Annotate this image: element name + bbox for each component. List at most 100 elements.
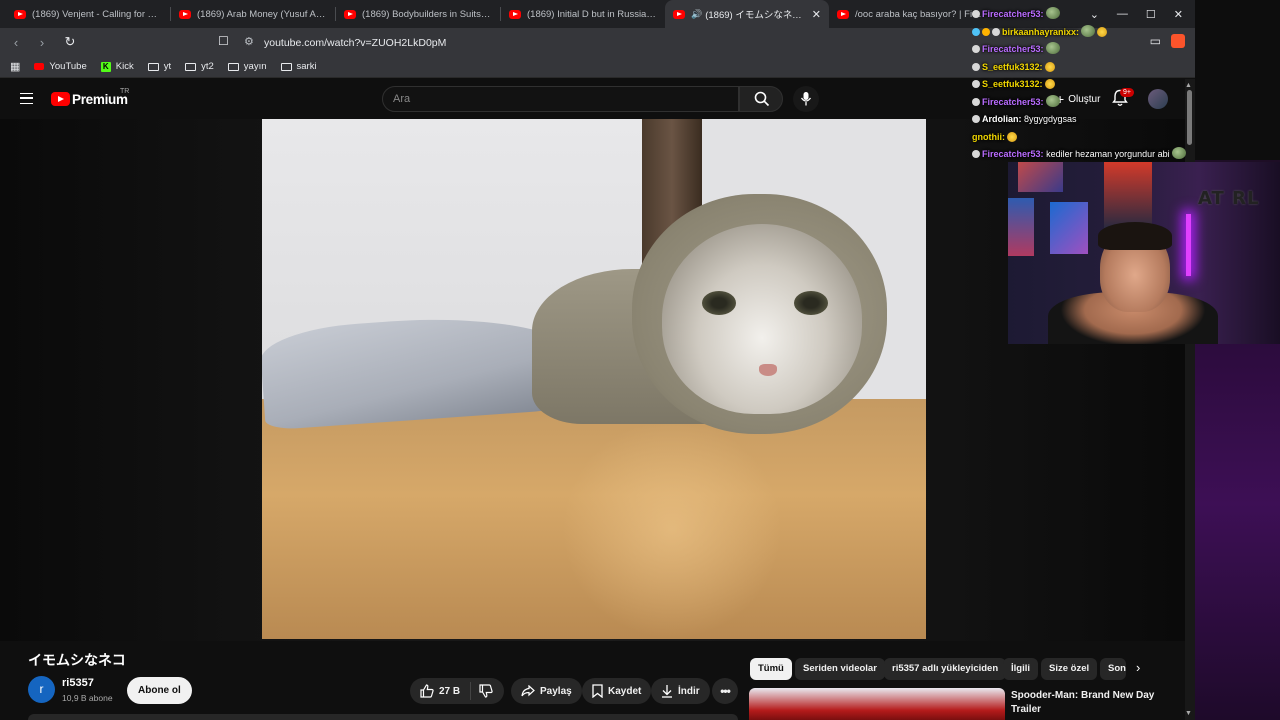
browser-tab[interactable]: (1869) Venjent - Calling for You (ft. O (6, 0, 170, 28)
video-frame-floor-shine (562, 419, 782, 639)
download-button[interactable]: İndir (651, 678, 710, 704)
youtube-favicon-icon (14, 9, 26, 19)
bookmark-kick[interactable]: K Kick (100, 61, 134, 72)
bookmark-youtube[interactable]: YouTube (34, 61, 87, 72)
subscribe-button[interactable]: Abone ol (127, 677, 192, 704)
channel-avatar[interactable]: r (28, 676, 55, 703)
youtube-favicon-icon (344, 9, 356, 19)
site-info-icon[interactable]: ⚙ (244, 35, 254, 48)
browser-tab[interactable]: (1869) Arab Money (Yusuf Amir Song (171, 0, 335, 28)
stream-chat-overlay: Firecatcher53: birkaanhayranixx: Firecat… (972, 6, 1212, 164)
chat-message: S_eetfuk3132: (972, 59, 1212, 77)
close-tab-icon[interactable]: ✕ (812, 8, 821, 21)
chip-recent[interactable]: Son (1100, 658, 1126, 680)
guide-menu-icon[interactable] (20, 93, 33, 104)
bookmark-folder-yt2[interactable]: yt2 (185, 61, 214, 72)
chat-badge-icon (972, 115, 980, 123)
chip-uploader[interactable]: ri5357 adlı yükleyiciden (884, 658, 1007, 680)
chat-username: S_eetfuk3132: (982, 79, 1043, 89)
wall-poster (1018, 162, 1063, 192)
recommendation-thumbnail[interactable] (749, 688, 1005, 720)
region-code: TR (120, 88, 130, 95)
search-icon (754, 91, 770, 107)
thumbs-down-icon (479, 684, 493, 698)
chat-badge-icon (992, 27, 1000, 36)
bookmark-folder-yayin[interactable]: yayın (227, 61, 267, 72)
like-count: 27 B (439, 685, 461, 697)
frog-emote-icon (1171, 147, 1186, 159)
video-title: イモムシなネコ (28, 652, 126, 668)
share-label: Paylaş (540, 685, 572, 697)
kick-icon: K (100, 61, 111, 72)
emoji-emote-icon (1044, 61, 1055, 72)
tab-title: (1869) イモムシなネコ - YouTube (705, 10, 808, 21)
chip-series[interactable]: Seriden videolar (795, 658, 885, 680)
back-icon[interactable]: ‹ (6, 35, 26, 50)
tab-title: (1869) Initial D but in Russia - YouTu (527, 8, 657, 20)
bookmark-label: sarki (296, 61, 317, 72)
recommendation-title[interactable]: Spooder-Man: Brand New Day Trailer (1011, 689, 1171, 717)
bookmark-label: yt2 (201, 61, 214, 72)
chat-message: birkaanhayranixx: (972, 24, 1212, 42)
search-input[interactable]: Ara (382, 86, 739, 112)
frog-emote-icon (1081, 24, 1096, 37)
browser-tab-active[interactable]: 🔊(1869) イモムシなネコ - YouTube ✕ (665, 0, 829, 28)
youtube-favicon-icon (673, 9, 685, 19)
emoji-emote-icon (1007, 131, 1017, 142)
tab-title: (1869) Arab Money (Yusuf Amir Song (197, 8, 327, 20)
frog-emote-icon (1045, 94, 1060, 107)
youtube-logo-icon[interactable] (51, 92, 70, 106)
browser-tab[interactable]: /ooc araba kaç basıyor? | FiveM Su (829, 0, 993, 28)
tab-title: (1869) Venjent - Calling for You (ft. O (32, 8, 162, 20)
chat-message: Firecatcher53: (972, 94, 1212, 112)
chevron-right-icon[interactable]: › (1136, 660, 1140, 675)
description-box[interactable] (28, 714, 738, 720)
chat-message: Firecatcher53: (972, 41, 1212, 59)
video-player[interactable] (262, 119, 926, 639)
video-frame-cat-face (662, 224, 862, 414)
like-button[interactable]: 27 B (410, 682, 472, 700)
browser-tab[interactable]: (1869) Initial D but in Russia - YouTu (501, 0, 665, 28)
wall-poster (1104, 162, 1152, 228)
search-button[interactable] (739, 86, 783, 112)
download-label: İndir (678, 685, 700, 697)
streamer-webcam: AT RL (1008, 162, 1280, 344)
browser-tab[interactable]: (1869) Bodybuilders in Suits - YouTu (336, 0, 500, 28)
neon-light (1186, 214, 1191, 276)
chat-username: S_eetfuk3132: (982, 61, 1043, 72)
tab-title: (1869) Bodybuilders in Suits - YouTu (362, 8, 492, 20)
bookmark-folder-yt[interactable]: yt (147, 61, 171, 72)
chat-badge-icon (982, 27, 990, 36)
chip-all[interactable]: Tümü (750, 658, 792, 680)
tab-title: /ooc araba kaç basıyor? | FiveM Su (855, 8, 985, 20)
save-button[interactable]: Kaydet (582, 678, 652, 704)
chat-username: Ardolian: (982, 114, 1022, 124)
voice-search-button[interactable] (793, 86, 819, 112)
dislike-button[interactable] (471, 684, 501, 698)
chat-username: Firecatcher53: (982, 96, 1044, 107)
video-frame-cat-eye-right (794, 291, 828, 315)
microphone-icon (800, 92, 812, 106)
folder-icon (280, 62, 292, 71)
subscriber-count: 10,9 B abone (62, 693, 113, 703)
bookmark-label: YouTube (49, 61, 87, 72)
bookmark-folder-sarki[interactable]: sarki (280, 61, 317, 72)
chat-text: kediler hezaman yorgundur abi (1046, 149, 1170, 159)
emoji-emote-icon (1044, 79, 1055, 89)
channel-name[interactable]: ri5357 (62, 677, 94, 689)
share-button[interactable]: Paylaş (511, 678, 582, 704)
more-actions-button[interactable]: ••• (712, 678, 738, 704)
scroll-down-arrow-icon[interactable]: ▼ (1185, 710, 1192, 717)
chip-related[interactable]: İlgili (1003, 658, 1038, 680)
url-field[interactable]: youtube.com/watch?v=ZUOH2LkD0pM (264, 37, 446, 49)
chat-badge-icon (972, 45, 980, 53)
reload-icon[interactable]: ↻ (60, 34, 80, 50)
emoji-emote-icon (1097, 26, 1108, 37)
chat-text: 8ygygdygsas (1024, 114, 1077, 124)
chip-for-you[interactable]: Size özel (1041, 658, 1098, 680)
apps-grid-icon[interactable]: ▦ (10, 60, 20, 73)
audio-playing-icon[interactable]: 🔊 (691, 9, 702, 20)
bookmark-page-icon[interactable]: ☐ (218, 34, 229, 48)
chat-message: Firecatcher53: kediler hezaman yorgundur… (972, 146, 1212, 164)
forward-icon[interactable]: › (32, 35, 52, 50)
